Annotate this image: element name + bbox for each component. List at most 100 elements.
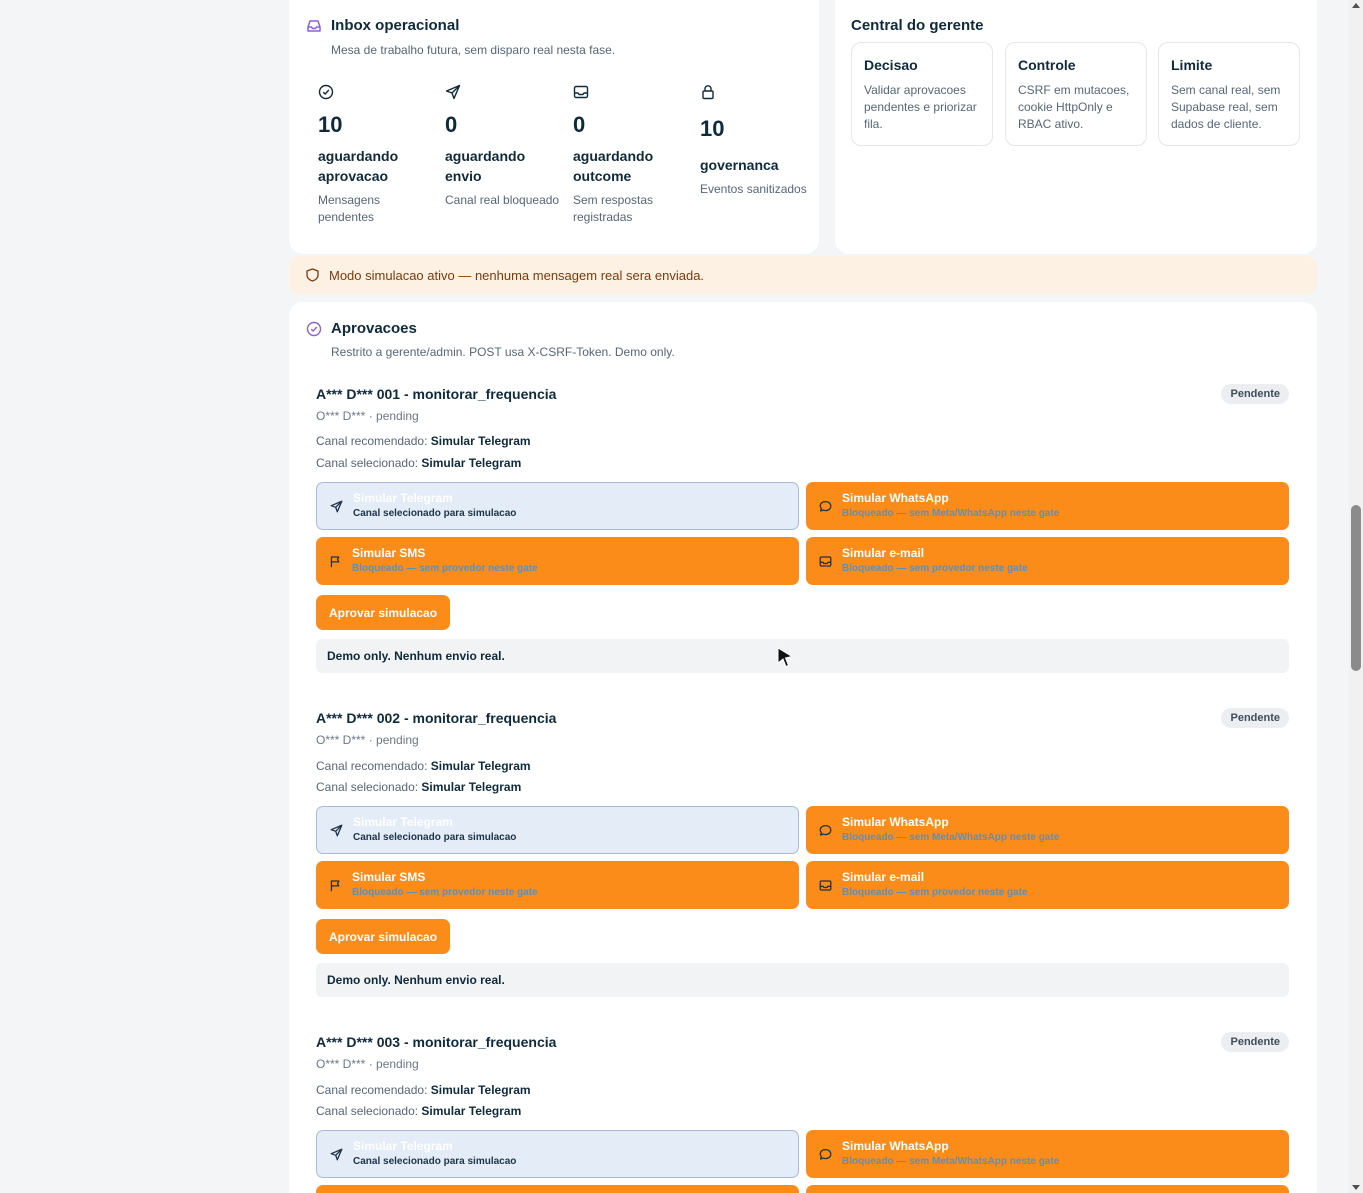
channel-name: Simular WhatsApp bbox=[842, 815, 949, 829]
manager-title: Central do gerente bbox=[851, 17, 984, 34]
channel-email-button[interactable]: Simular e-mail Bloqueado — sem provedor n… bbox=[806, 537, 1289, 585]
approvals-header: Aprovacoes bbox=[306, 320, 417, 337]
channel-email-button[interactable] bbox=[806, 1185, 1289, 1193]
stat-label: aguardando envio bbox=[445, 148, 526, 184]
box-title: Decisao bbox=[864, 57, 918, 73]
stat-value: 0 bbox=[573, 112, 586, 137]
box-desc: Sem canal real, sem Supabase real, sem d… bbox=[1171, 83, 1281, 131]
channel-name: Simular Telegram bbox=[353, 815, 453, 829]
chat-bubble-icon bbox=[819, 500, 832, 513]
channel-whatsapp-button[interactable]: Simular WhatsApp Bloqueado — sem Meta/Wha… bbox=[806, 806, 1289, 854]
send-icon bbox=[330, 500, 343, 513]
simulation-banner-text: Modo simulacao ativo — nenhuma mensagem … bbox=[329, 267, 705, 283]
recommended-channel: Canal recomendado: Simular Telegram bbox=[316, 1083, 531, 1097]
approve-simulation-button[interactable]: Aprovar simulacao bbox=[316, 919, 451, 954]
selected-label: Canal selecionado: bbox=[316, 456, 419, 470]
channel-name: Simular WhatsApp bbox=[842, 491, 949, 505]
vertical-scrollbar[interactable] bbox=[1349, 0, 1363, 1193]
channel-note: Bloqueado — sem provedor neste gate bbox=[352, 887, 538, 898]
channel-note: Bloqueado — sem Meta/WhatsApp neste gate bbox=[842, 1156, 1060, 1167]
stat-awaiting-outcome: 0 aguardando outcome Sem respostas regis… bbox=[573, 84, 691, 226]
check-circle-icon bbox=[306, 321, 322, 337]
flag-icon bbox=[329, 555, 342, 568]
selected-value: Simular Telegram bbox=[421, 456, 522, 470]
inbox-header: Inbox operacional bbox=[306, 17, 459, 34]
stat-awaiting-send: 0 aguardando envio Canal real bloqueado bbox=[445, 84, 563, 209]
manager-box-control: Controle CSRF em mutacoes, cookie HttpOn… bbox=[1005, 42, 1147, 146]
channel-note: Canal selecionado para simulacao bbox=[353, 832, 517, 843]
status-badge: Pendente bbox=[1221, 1032, 1289, 1052]
scrollbar-thumb[interactable] bbox=[1351, 505, 1361, 671]
approval-meta: O*** D*** · pending bbox=[316, 733, 419, 747]
recommended-label: Canal recomendado: bbox=[316, 1083, 428, 1097]
channel-telegram-button[interactable]: Simular Telegram Canal selecionado para s… bbox=[316, 1130, 799, 1178]
recommended-value: Simular Telegram bbox=[430, 434, 531, 448]
approvals-subtitle: Restrito a gerente/admin. POST usa X-CSR… bbox=[331, 345, 675, 359]
approval-title: A*** D*** 002 - monitorar_frequencia bbox=[316, 710, 557, 726]
inbox-tray-icon bbox=[573, 84, 589, 100]
approval-meta: O*** D*** · pending bbox=[316, 1057, 419, 1071]
channel-email-button[interactable]: Simular e-mail Bloqueado — sem provedor n… bbox=[806, 861, 1289, 909]
manager-box-decision: Decisao Validar aprovacoes pendentes e p… bbox=[851, 42, 993, 146]
send-icon bbox=[330, 824, 343, 837]
inbox-tray-icon bbox=[819, 879, 832, 892]
channel-note: Canal selecionado para simulacao bbox=[353, 1156, 517, 1167]
status-badge: Pendente bbox=[1221, 708, 1289, 728]
channel-telegram-button[interactable]: Simular Telegram Canal selecionado para s… bbox=[316, 806, 799, 854]
approvals-card: Aprovacoes Restrito a gerente/admin. POS… bbox=[289, 302, 1317, 1193]
approval-item: A*** D*** 003 - monitorar_frequencia Pen… bbox=[316, 1032, 1289, 1193]
channel-name: Simular e-mail bbox=[842, 870, 925, 884]
send-icon bbox=[445, 84, 461, 100]
approval-title: A*** D*** 003 - monitorar_frequencia bbox=[316, 1034, 557, 1050]
box-desc: CSRF em mutacoes, cookie HttpOnly e RBAC… bbox=[1018, 83, 1130, 131]
approval-item: A*** D*** 001 - monitorar_frequencia Pen… bbox=[316, 384, 1289, 686]
lock-icon bbox=[700, 84, 716, 100]
scroll-down-arrow-icon[interactable] bbox=[1352, 1185, 1360, 1190]
channel-sms-button[interactable]: Simular SMS Bloqueado — sem provedor nest… bbox=[316, 861, 799, 909]
demo-notice: Demo only. Nenhum envio real. bbox=[316, 639, 1289, 673]
selected-channel: Canal selecionado: Simular Telegram bbox=[316, 1104, 521, 1118]
chat-bubble-icon bbox=[819, 1148, 832, 1161]
stat-desc: Eventos sanitizados bbox=[700, 182, 807, 196]
recommended-channel: Canal recomendado: Simular Telegram bbox=[316, 434, 531, 448]
box-title: Controle bbox=[1018, 57, 1076, 73]
manager-card: Central do gerente Decisao Validar aprov… bbox=[835, 0, 1317, 254]
selected-channel: Canal selecionado: Simular Telegram bbox=[316, 456, 521, 470]
inbox-tray-icon bbox=[819, 555, 832, 568]
stat-awaiting-approval: 10 aguardando aprovacao Mensagens penden… bbox=[318, 84, 436, 226]
demo-notice: Demo only. Nenhum envio real. bbox=[316, 963, 1289, 997]
channel-note: Bloqueado — sem provedor neste gate bbox=[842, 887, 1028, 898]
channel-name: Simular WhatsApp bbox=[842, 1139, 949, 1153]
recommended-value: Simular Telegram bbox=[430, 759, 531, 773]
approval-item: A*** D*** 002 - monitorar_frequencia Pen… bbox=[316, 708, 1289, 1010]
inbox-icon bbox=[306, 18, 322, 34]
channel-sms-button[interactable]: Simular SMS Bloqueado — sem provedor nest… bbox=[316, 537, 799, 585]
scroll-up-arrow-icon[interactable] bbox=[1352, 3, 1360, 8]
channel-name: Simular SMS bbox=[352, 870, 426, 884]
channel-whatsapp-button[interactable]: Simular WhatsApp Bloqueado — sem Meta/Wha… bbox=[806, 1130, 1289, 1178]
inbox-title: Inbox operacional bbox=[331, 17, 460, 34]
manager-box-limit: Limite Sem canal real, sem Supabase real… bbox=[1158, 42, 1300, 146]
channel-note: Bloqueado — sem Meta/WhatsApp neste gate bbox=[842, 832, 1060, 843]
recommended-label: Canal recomendado: bbox=[316, 759, 428, 773]
channel-telegram-button[interactable]: Simular Telegram Canal selecionado para s… bbox=[316, 482, 799, 530]
approval-title: A*** D*** 001 - monitorar_frequencia bbox=[316, 386, 557, 402]
stat-value: 10 bbox=[700, 116, 725, 141]
approve-simulation-button[interactable]: Aprovar simulacao bbox=[316, 595, 451, 630]
channel-whatsapp-button[interactable]: Simular WhatsApp Bloqueado — sem Meta/Wha… bbox=[806, 482, 1289, 530]
box-title: Limite bbox=[1171, 57, 1213, 73]
recommended-label: Canal recomendado: bbox=[316, 434, 428, 448]
flag-icon bbox=[329, 879, 342, 892]
chat-bubble-icon bbox=[819, 824, 832, 837]
stat-desc: Sem respostas registradas bbox=[573, 193, 654, 224]
selected-value: Simular Telegram bbox=[421, 780, 522, 794]
channel-name: Simular SMS bbox=[352, 546, 426, 560]
status-badge: Pendente bbox=[1221, 384, 1289, 404]
channel-sms-button[interactable] bbox=[316, 1185, 799, 1193]
selected-channel: Canal selecionado: Simular Telegram bbox=[316, 780, 521, 794]
stat-desc: Canal real bloqueado bbox=[445, 193, 560, 207]
shield-icon bbox=[306, 268, 319, 282]
stat-label: governanca bbox=[700, 157, 779, 173]
stat-label: aguardando aprovacao bbox=[318, 148, 399, 184]
channel-name: Simular e-mail bbox=[842, 546, 925, 560]
